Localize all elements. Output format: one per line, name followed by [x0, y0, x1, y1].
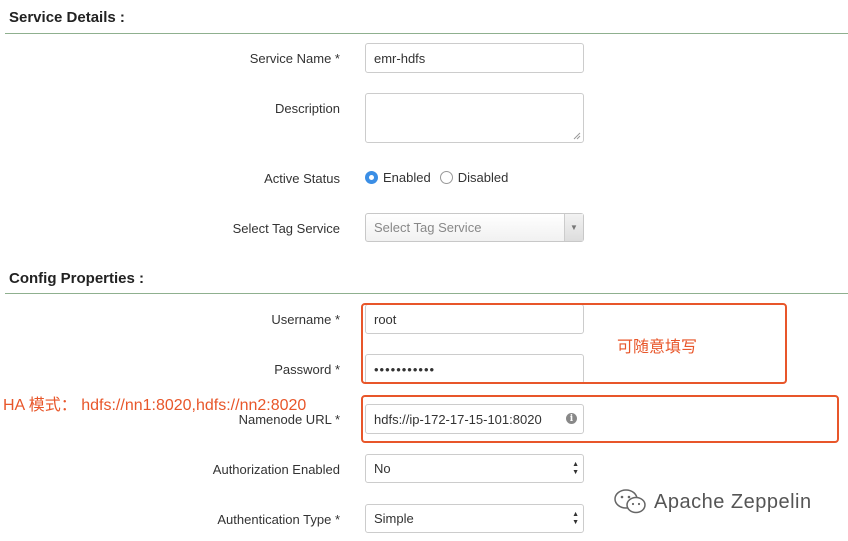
authentication-type-select[interactable]: Simple ▲ ▼	[365, 504, 584, 533]
description-textarea[interactable]	[365, 93, 584, 143]
select-tag-service-label: Select Tag Service	[232, 221, 340, 236]
password-label: Password *	[274, 362, 340, 377]
disabled-radio[interactable]	[439, 171, 453, 184]
credentials-annotation-box	[361, 303, 787, 384]
select-tag-service-dropdown[interactable]: Select Tag Service ▼	[365, 213, 584, 242]
select-updown-icon: ▲ ▼	[572, 511, 579, 526]
authentication-type-label: Authentication Type *	[217, 512, 340, 527]
select-updown-icon: ▲ ▼	[572, 461, 579, 476]
wechat-icon	[614, 489, 646, 514]
resize-handle-icon[interactable]	[573, 132, 581, 140]
ha-annotation-text: HA 模式： hdfs://nn1:8020,hdfs://nn2:8020	[3, 397, 307, 414]
config-properties-title: Config Properties :	[9, 270, 145, 287]
credentials-annotation-text: 可随意填写	[617, 339, 698, 356]
service-details-title: Service Details :	[9, 9, 125, 26]
authorization-enabled-select[interactable]: No ▲ ▼	[365, 454, 584, 483]
authorization-enabled-label: Authorization Enabled	[212, 462, 340, 477]
dropdown-arrow-icon[interactable]: ▼	[564, 214, 583, 241]
description-label: Description	[274, 101, 340, 116]
active-status-label: Active Status	[264, 171, 340, 186]
section-divider	[5, 293, 848, 294]
namenode-annotation-box	[361, 395, 839, 443]
watermark: Apache Zeppelin	[614, 489, 812, 515]
disabled-radio-label[interactable]: Disabled	[458, 170, 509, 185]
select-tag-service-placeholder: Select Tag Service	[374, 220, 482, 235]
service-name-input[interactable]: emr-hdfs	[365, 43, 584, 73]
service-name-label: Service Name *	[249, 51, 340, 66]
username-label: Username *	[271, 312, 340, 327]
authentication-type-value: Simple	[374, 511, 414, 526]
section-divider	[5, 33, 848, 34]
enabled-radio-label[interactable]: Enabled	[383, 170, 431, 185]
authorization-enabled-value: No	[374, 461, 391, 476]
enabled-radio[interactable]	[365, 171, 378, 184]
active-status-radio-group: Enabled Disabled	[365, 170, 513, 185]
watermark-text: Apache Zeppelin	[654, 490, 812, 513]
